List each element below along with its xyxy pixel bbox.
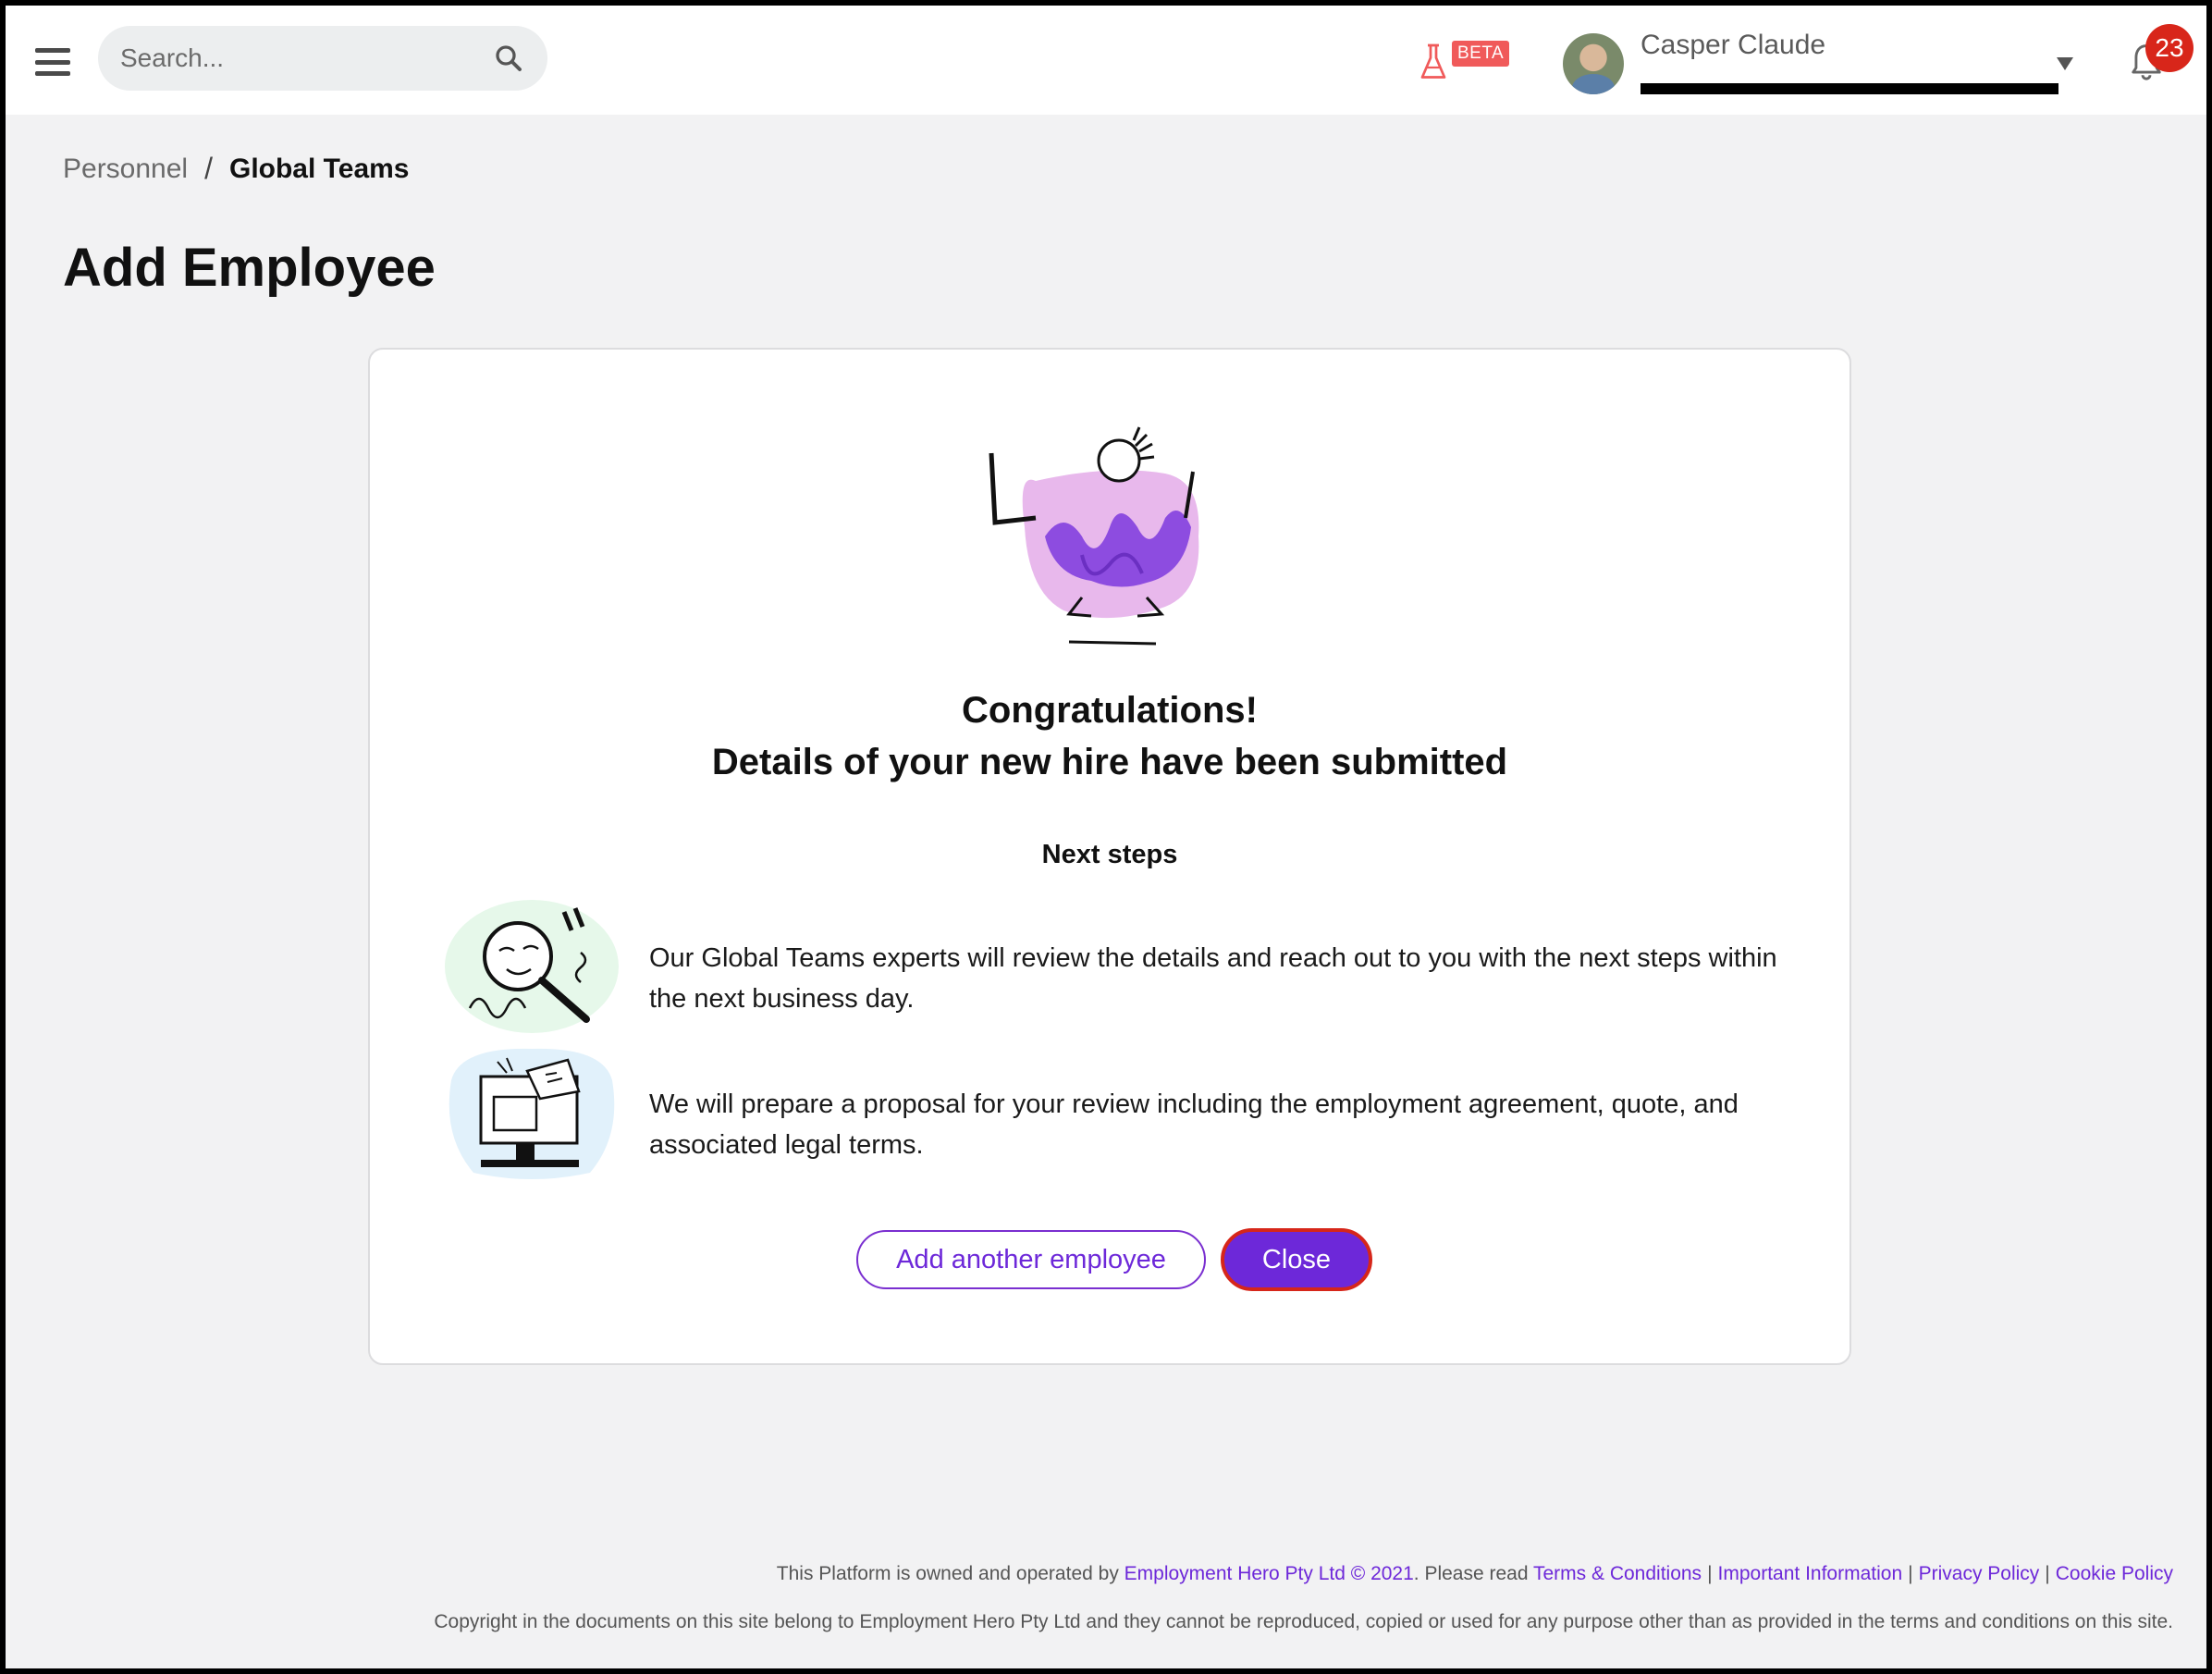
footer-copyright: Copyright in the documents on this site … bbox=[434, 1611, 2173, 1632]
footer-separator: | bbox=[2045, 1563, 2050, 1584]
redacted-bar bbox=[1641, 83, 2058, 94]
next-step-text: Our Global Teams experts will review the… bbox=[649, 943, 1777, 1014]
user-menu[interactable]: Casper Claude bbox=[1563, 28, 2081, 102]
search-input[interactable] bbox=[120, 43, 492, 73]
beta-features[interactable]: BETA bbox=[1417, 41, 1510, 83]
footer-separator: | bbox=[1908, 1563, 1913, 1584]
next-step-item: Our Global Teams experts will review the… bbox=[442, 897, 1792, 1036]
breadcrumb-separator: / bbox=[204, 152, 213, 185]
avatar bbox=[1563, 33, 1624, 94]
important-information-link[interactable]: Important Information bbox=[1718, 1563, 1903, 1584]
notification-count-badge[interactable]: 23 bbox=[2145, 24, 2194, 72]
close-button[interactable]: Close bbox=[1221, 1228, 1372, 1291]
top-bar: BETA Casper Claude 23 bbox=[6, 6, 2206, 115]
computer-document-illustration-icon bbox=[449, 1048, 615, 1179]
footer-ownership-line: This Platform is owned and operated by E… bbox=[777, 1563, 2173, 1585]
chevron-down-icon[interactable] bbox=[2057, 57, 2073, 70]
cookie-policy-link[interactable]: Cookie Policy bbox=[2056, 1563, 2173, 1584]
privacy-policy-link[interactable]: Privacy Policy bbox=[1919, 1563, 2040, 1584]
search-icon[interactable] bbox=[492, 42, 525, 75]
terms-link[interactable]: Terms & Conditions bbox=[1533, 1563, 1702, 1584]
add-another-employee-button[interactable]: Add another employee bbox=[856, 1230, 1206, 1289]
search-box[interactable] bbox=[98, 26, 547, 91]
breadcrumb-current: Global Teams bbox=[228, 153, 410, 184]
flask-icon bbox=[1420, 43, 1446, 79]
page-title: Add Employee bbox=[63, 238, 436, 298]
magnifier-illustration-icon bbox=[445, 900, 619, 1033]
submitted-heading: Details of your new hire have been submi… bbox=[711, 742, 1508, 782]
congrats-heading: Congratulations! bbox=[962, 690, 1258, 731]
next-step-text: We will prepare a proposal for your revi… bbox=[649, 1089, 1739, 1160]
app-window: BETA Casper Claude 23 Personnel / Global… bbox=[6, 6, 2206, 1668]
footer-prefix: This Platform is owned and operated by bbox=[776, 1563, 1124, 1584]
success-card: Congratulations! Details of your new hir… bbox=[368, 348, 1851, 1365]
next-steps-heading: Next steps bbox=[1041, 840, 1178, 869]
beta-badge: BETA bbox=[1452, 41, 1510, 67]
menu-icon[interactable] bbox=[35, 48, 70, 76]
footer-separator: | bbox=[1707, 1563, 1713, 1584]
user-name: Casper Claude bbox=[1641, 30, 1826, 60]
company-link[interactable]: Employment Hero Pty Ltd © 2021 bbox=[1124, 1563, 1414, 1584]
breadcrumb: Personnel / Global Teams bbox=[63, 152, 410, 186]
next-step-item: We will prepare a proposal for your revi… bbox=[442, 1043, 1792, 1182]
celebration-illustration bbox=[989, 426, 1199, 646]
breadcrumb-personnel[interactable]: Personnel bbox=[63, 154, 188, 185]
footer-middle: . Please read bbox=[1413, 1563, 1533, 1584]
